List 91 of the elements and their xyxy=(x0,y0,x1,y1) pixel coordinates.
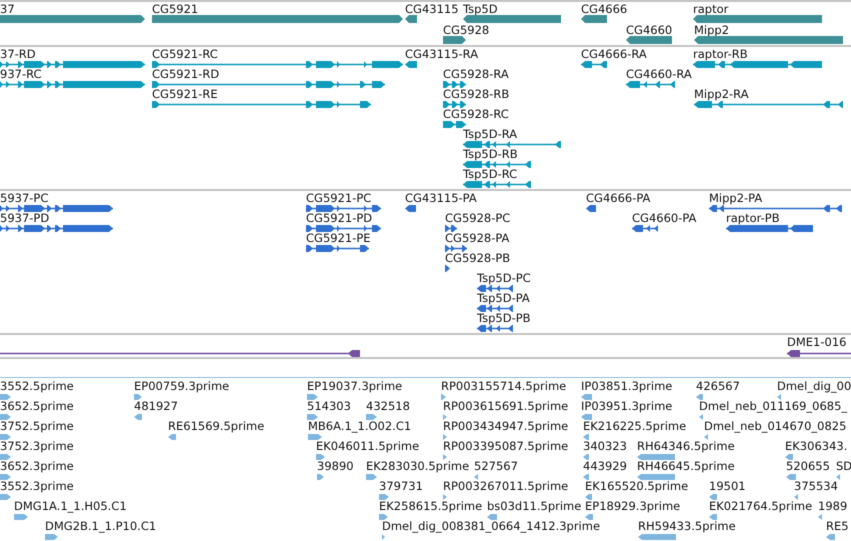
feature-label: EK165520.5prime xyxy=(585,479,688,493)
feature-label: Tsp5D-PC xyxy=(477,271,531,285)
feature-label: 520655 xyxy=(786,459,830,473)
feature-label: raptor xyxy=(693,2,728,16)
feature-label: Mipp2-PA xyxy=(709,191,762,205)
feature-label: Dmel_dig_008381_0664_1412.3prime xyxy=(382,519,600,533)
feature-label: 3552.5prime xyxy=(0,379,74,393)
feature-label: Dmel_dig_00 xyxy=(777,379,851,393)
feature-label: EP00759.3prime xyxy=(134,379,230,393)
feature-label: raptor-PB xyxy=(726,211,780,225)
feature-label: 3552.3prime xyxy=(0,479,74,493)
feature-label: CG5921-PC xyxy=(306,191,372,205)
feature-label: Tsp5D-PA xyxy=(477,291,530,305)
feature-label: Dmel_neb_011169_0685_ xyxy=(699,399,848,413)
feature-label: Tsp5D-RC xyxy=(463,167,518,181)
feature-label: Mipp2-RA xyxy=(694,87,749,101)
feature-label: EP18929.3prime xyxy=(585,499,680,513)
feature-label: IP03951.3prime xyxy=(581,399,672,413)
feature-label: EK216225.5prime xyxy=(583,419,686,433)
feature-label: CG4666-RA xyxy=(581,47,647,61)
feature-label: CG43115-PA xyxy=(405,191,477,205)
feature-label: bs03d11.5prime xyxy=(487,499,582,513)
feature-label: 3752.5prime xyxy=(0,419,74,433)
feature-label: CG5928-RA xyxy=(443,67,509,81)
feature-label: CG5921-PD xyxy=(306,211,372,225)
feature-label: CG4660-RA xyxy=(626,67,692,81)
feature-label: 514303 xyxy=(307,399,351,413)
feature-label: DMG2B.1_1.P10.C1 xyxy=(45,519,156,533)
feature-label: 340323 xyxy=(583,439,627,453)
feature-label: CG43115 xyxy=(405,2,459,16)
feature-label: CG4660 xyxy=(626,23,672,37)
feature-label: RH46645.5prime xyxy=(637,459,735,473)
feature-label: 443929 xyxy=(583,459,627,473)
feature-label: RP003434947.5prime xyxy=(443,419,568,433)
feature-label: EK283030.5prime xyxy=(366,459,470,473)
feature-label: 527567 xyxy=(474,459,518,473)
feature-label: EP19037.3prime xyxy=(307,379,402,393)
feature-label: Tsp5D-RB xyxy=(463,147,518,161)
feature-label: CG5928-PC xyxy=(445,211,510,225)
feature-label: EK258615.5prime xyxy=(379,499,482,513)
feature-label: CG5921-RC xyxy=(152,47,218,61)
feature-label: EK021764.5prime xyxy=(709,499,812,513)
feature-label: CG5928-RC xyxy=(443,107,509,121)
feature-label: Dmel_neb_014670_0825 xyxy=(704,419,846,433)
feature-label: EK306343. xyxy=(785,439,848,453)
feature-label: RH59433.5prime xyxy=(638,519,736,533)
feature-label: 1989 xyxy=(818,499,848,513)
feature-label: 426567 xyxy=(696,379,740,393)
feature-label: 3752.3prime xyxy=(0,439,74,453)
feature-label: 19501 xyxy=(709,479,746,493)
feature-label: CG4666 xyxy=(581,2,628,16)
feature-label: MB6A.1_1.O02.C1 xyxy=(308,419,412,433)
feature-label: Tsp5D xyxy=(463,2,498,16)
feature-label: CG5928-PB xyxy=(445,251,510,265)
feature-label: raptor-RB xyxy=(693,47,748,61)
feature-label: CG43115-RA xyxy=(405,47,478,61)
feature-label: 3652.3prime xyxy=(0,459,74,473)
feature-label: RP003615691.5prime xyxy=(443,399,568,413)
feature-label: 5937-PC xyxy=(0,191,48,205)
feature-label: 432518 xyxy=(366,399,410,413)
feature-label: 937-RC xyxy=(0,67,42,81)
feature-label: 37 xyxy=(0,2,15,16)
feature-label: 375534 xyxy=(794,479,838,493)
feature-label: RE5 xyxy=(826,519,849,533)
feature-label: 39890 xyxy=(317,459,354,473)
feature-label: CG5928-RB xyxy=(443,87,510,101)
feature-label: CG4660-PA xyxy=(632,211,696,225)
feature-label: 5937-PD xyxy=(0,211,50,225)
feature-label: RP003395087.5prime xyxy=(443,439,568,453)
feature-label: CG5928-PA xyxy=(445,231,510,245)
feature-label: CG5928 xyxy=(443,23,490,37)
feature-label: CG5921-PE xyxy=(306,231,371,245)
feature-label: IP03851.3prime xyxy=(581,379,672,393)
feature-label: 379731 xyxy=(379,479,423,493)
feature-label: Mipp2 xyxy=(694,23,730,37)
feature-label: 37-RD xyxy=(0,47,36,61)
feature-label: Tsp5D-PB xyxy=(477,311,531,325)
feature-label: CG5921-RD xyxy=(152,67,220,81)
feature-label: DMG1A.1_1.H05.C1 xyxy=(14,499,127,513)
feature-label: RH64346.5prime xyxy=(637,439,735,453)
feature-label: CG5921-RE xyxy=(152,87,218,101)
feature-label: CG5921 xyxy=(152,2,198,16)
feature-label: EK046011.5prime xyxy=(316,439,420,453)
feature-label: CG4666-PA xyxy=(586,191,650,205)
feature-label: RP003155714.5prime xyxy=(441,379,566,393)
feature-label: 3652.5prime xyxy=(0,399,74,413)
feature-label: Tsp5D-RA xyxy=(463,127,518,141)
feature-label: 481927 xyxy=(134,399,178,413)
feature-label: RP003267011.5prime xyxy=(443,479,568,493)
feature-label: RE61569.5prime xyxy=(168,419,264,433)
feature-label: DME1-016 xyxy=(787,335,846,349)
